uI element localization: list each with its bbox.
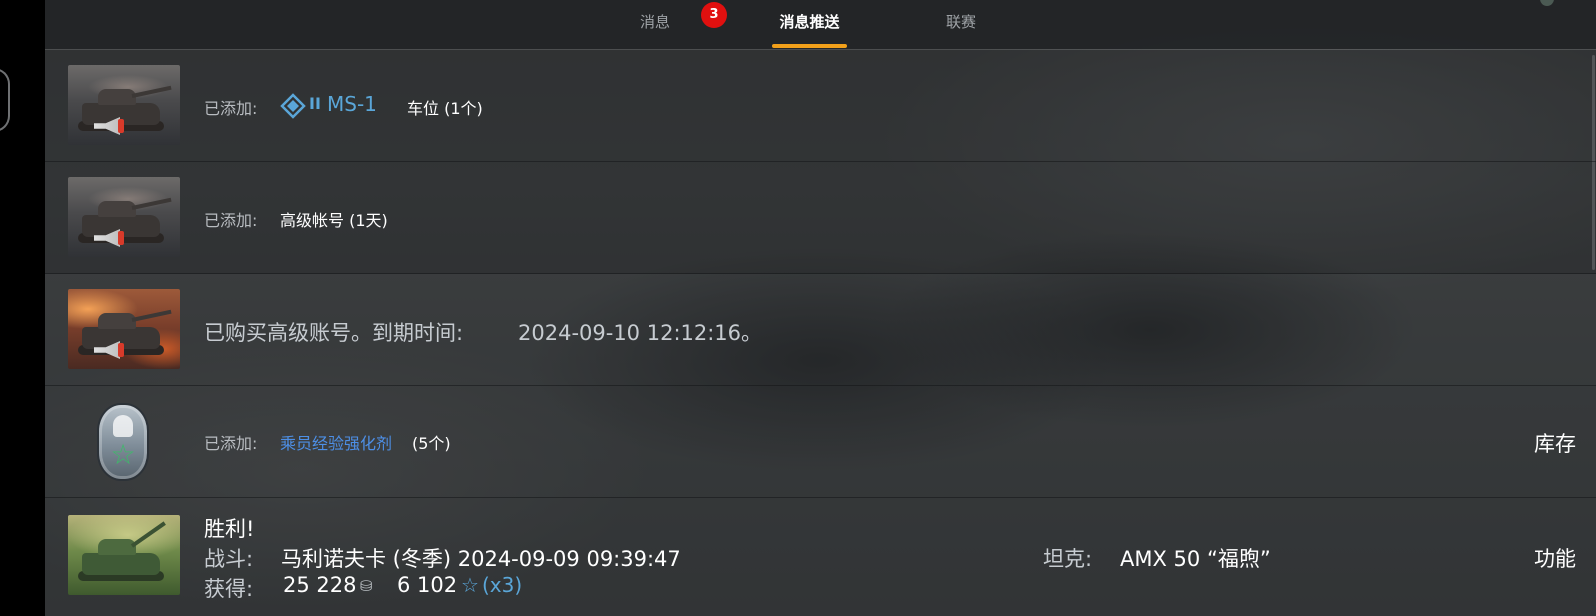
vehicle-name-link[interactable]: MS-1 <box>327 92 377 116</box>
message-row-4[interactable]: ☆ <box>45 386 1596 498</box>
tab-messages[interactable]: 消息 <box>625 0 685 49</box>
expiry-date-text: 2024-09-10 12:12:16。 <box>518 321 763 345</box>
tank-megaphone-icon <box>68 177 180 257</box>
tank-label: 坦克: <box>1043 547 1093 571</box>
tank-name: AMX 50 “福煦” <box>1120 547 1271 571</box>
back-arrow-icon[interactable] <box>0 68 10 132</box>
message-row-5[interactable] <box>45 498 1596 616</box>
added-prefix-label: 已添加: <box>204 434 258 453</box>
active-tab-indicator <box>772 44 847 48</box>
tank-fire-megaphone-icon <box>68 289 180 369</box>
app-screen: 消息 3 消息推送 联赛 已添加: II MS-1 车位 (1个) 已添加: 高… <box>0 0 1596 616</box>
added-prefix-label: 已添加: <box>204 99 258 118</box>
xp-earned: 6 102 <box>397 573 458 597</box>
left-black-bar <box>0 0 45 616</box>
earned-label: 获得: <box>204 577 254 601</box>
message-row-2[interactable] <box>45 162 1596 274</box>
added-prefix-label: 已添加: <box>204 211 258 230</box>
battle-label: 战斗: <box>204 547 254 571</box>
purchase-message-text: 已购买高级账号。到期时间: <box>204 321 464 345</box>
premium-account-item: 高级帐号 (1天) <box>280 211 388 230</box>
booster-count-text: (5个) <box>412 434 451 453</box>
tab-push-messages[interactable]: 消息推送 <box>772 0 847 49</box>
green-tank-icon <box>68 515 180 595</box>
victory-title: 胜利! <box>204 517 255 541</box>
crew-booster-link[interactable]: 乘员经验强化剂 <box>280 430 392 454</box>
tab-push-messages-label: 消息推送 <box>779 13 840 31</box>
vehicle-tier: II <box>309 94 321 113</box>
tank-megaphone-icon <box>68 65 180 145</box>
tab-league[interactable]: 联赛 <box>931 0 991 49</box>
unread-count-badge: 3 <box>701 2 727 28</box>
xp-multiplier: (x3) <box>482 573 523 597</box>
star-icon: ☆ <box>461 573 479 597</box>
functions-button[interactable]: 功能 <box>1534 543 1576 573</box>
crew-medal-icon: ☆ <box>97 403 149 481</box>
silver-coins-icon: ⛁ <box>360 577 373 595</box>
credits-earned: 25 228 <box>283 573 357 597</box>
inventory-button[interactable]: 库存 <box>1534 428 1576 458</box>
garage-slot-text: 车位 (1个) <box>407 99 483 118</box>
vehicle-type-diamond-icon <box>280 93 306 119</box>
battle-map-datetime: 马利诺夫卡 (冬季) 2024-09-09 09:39:47 <box>281 547 681 571</box>
message-row-1[interactable] <box>45 50 1596 162</box>
